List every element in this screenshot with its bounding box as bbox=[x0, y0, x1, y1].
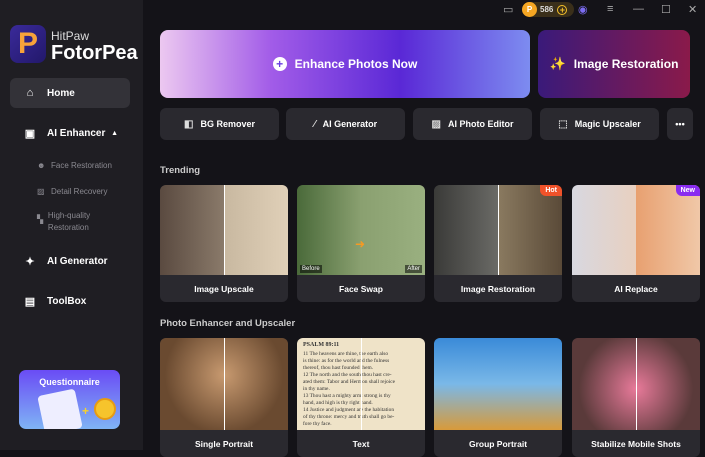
enhance-label: Enhance Photos Now bbox=[294, 57, 418, 71]
sidebar-sub-face-restoration[interactable]: ☻ Face Restoration bbox=[37, 160, 112, 172]
plus-illustration: + bbox=[82, 404, 90, 418]
card-image bbox=[160, 338, 288, 430]
restoration-label: Image Restoration bbox=[573, 57, 679, 71]
magic-upscaler-button[interactable]: ⬚ Magic Upscaler bbox=[540, 108, 659, 140]
before-label: Before bbox=[300, 265, 322, 273]
tool-label: BG Remover bbox=[200, 119, 255, 129]
new-badge: New bbox=[675, 185, 700, 196]
chevron-up-icon: ▲ bbox=[111, 129, 118, 137]
sidebar-item-label: ToolBox bbox=[47, 295, 87, 307]
sidebar-item-home[interactable]: ⌂ Home bbox=[10, 78, 130, 108]
card-image bbox=[434, 338, 562, 430]
card-image: Before ➜ After bbox=[297, 185, 425, 275]
card-ai-replace[interactable]: New AI Replace bbox=[572, 185, 700, 302]
minimize-icon[interactable]: — bbox=[633, 3, 644, 15]
app-logo: P bbox=[10, 25, 46, 63]
image-ai-icon: ▣ bbox=[24, 127, 36, 140]
paper-illustration bbox=[37, 388, 83, 429]
screen-icon[interactable]: ▭ bbox=[503, 3, 513, 16]
sidebar-item-label: AI Generator bbox=[47, 255, 108, 267]
card-label: Group Portrait bbox=[468, 438, 528, 449]
magic-wand-icon: ✨ bbox=[549, 56, 566, 71]
card-image-restoration[interactable]: Hot Image Restoration bbox=[434, 185, 562, 302]
hot-badge: Hot bbox=[540, 185, 562, 196]
card-single-portrait[interactable]: Single Portrait bbox=[160, 338, 288, 457]
trending-title: Trending bbox=[160, 165, 201, 176]
face-icon: ☻ bbox=[37, 161, 46, 170]
sub-label: Detail Recovery bbox=[51, 187, 108, 196]
bg-remove-icon: ◧ bbox=[184, 118, 194, 130]
card-image-upscale[interactable]: Image Upscale bbox=[160, 185, 288, 302]
coins-balance[interactable]: P 586 + bbox=[522, 2, 574, 17]
upscale-icon: ⬚ bbox=[558, 118, 568, 130]
sidebar-sub-high-quality-restoration[interactable]: ▚ High-quality Restoration bbox=[37, 210, 107, 234]
ai-photo-editor-button[interactable]: ▨ AI Photo Editor bbox=[413, 108, 532, 140]
card-image bbox=[160, 185, 288, 275]
card-label: Text bbox=[352, 438, 370, 449]
sidebar: P HitPaw FotorPea ⌂ Home ▣ AI Enhancer ▲ ☻ F… bbox=[0, 0, 143, 450]
grid-icon: ▚ bbox=[37, 215, 44, 224]
sidebar-item-toolbox[interactable]: ▤ ToolBox bbox=[10, 286, 130, 316]
close-icon[interactable]: ✕ bbox=[688, 3, 697, 16]
coin-illustration bbox=[94, 398, 116, 420]
brand-name: FotorPea bbox=[51, 42, 138, 64]
sidebar-item-label: AI Enhancer bbox=[47, 127, 106, 139]
tool-label: AI Generator bbox=[322, 119, 378, 129]
more-icon: ••• bbox=[675, 119, 685, 129]
arrow-icon: ➜ bbox=[355, 237, 366, 251]
enhancer-title: Photo Enhancer and Upscaler bbox=[160, 318, 296, 329]
sidebar-sub-detail-recovery[interactable]: ▨ Detail Recovery bbox=[37, 186, 107, 198]
wand-icon: ⁄ bbox=[313, 118, 316, 130]
tool-label: Magic Upscaler bbox=[574, 119, 641, 129]
sidebar-item-ai-generator[interactable]: ✦ AI Generator bbox=[10, 246, 130, 276]
sparkle-image-icon: ✦ bbox=[25, 255, 35, 268]
card-image: Hot bbox=[434, 185, 562, 275]
after-label: After bbox=[405, 265, 422, 273]
sub-label: Face Restoration bbox=[51, 161, 112, 170]
menu-icon[interactable]: ≡ bbox=[607, 3, 613, 15]
card-text[interactable]: PSALM 89:11 11 The heavens are thine, the… bbox=[297, 338, 425, 457]
coins-count: 586 bbox=[540, 5, 554, 14]
card-face-swap[interactable]: Before ➜ After Face Swap bbox=[297, 185, 425, 302]
enhance-photos-button[interactable]: + Enhance Photos Now bbox=[160, 30, 530, 98]
card-label: Single Portrait bbox=[194, 438, 254, 449]
tool-label: AI Photo Editor bbox=[447, 119, 514, 129]
questionnaire-title: Questionnaire bbox=[39, 377, 100, 387]
card-image: PSALM 89:11 11 The heavens are thine, the… bbox=[297, 338, 425, 430]
sub-label: High-quality Restoration bbox=[47, 211, 91, 232]
sidebar-item-label: Home bbox=[47, 87, 75, 99]
account-icon[interactable]: ◉ bbox=[578, 3, 588, 16]
card-label: Face Swap bbox=[339, 283, 383, 294]
add-coins-icon[interactable]: + bbox=[557, 4, 568, 15]
bg-remover-button[interactable]: ◧ BG Remover bbox=[160, 108, 279, 140]
card-image bbox=[572, 338, 700, 430]
card-label: Stabilize Mobile Shots bbox=[591, 438, 681, 449]
maximize-icon[interactable]: ☐ bbox=[661, 3, 671, 16]
more-tools-button[interactable]: ••• bbox=[667, 108, 693, 140]
image-restoration-button[interactable]: ✨ Image Restoration bbox=[538, 30, 690, 98]
toolbox-icon: ▤ bbox=[24, 295, 36, 308]
card-label: Image Restoration bbox=[460, 283, 536, 294]
home-icon: ⌂ bbox=[26, 87, 34, 99]
sidebar-item-ai-enhancer[interactable]: ▣ AI Enhancer ▲ bbox=[10, 118, 130, 148]
card-label: AI Replace bbox=[614, 283, 658, 294]
card-group-portrait[interactable]: Group Portrait bbox=[434, 338, 562, 457]
questionnaire-banner[interactable]: Questionnaire + bbox=[19, 370, 120, 429]
card-image: New bbox=[572, 185, 700, 275]
ai-generator-button[interactable]: ⁄ AI Generator bbox=[286, 108, 405, 140]
coin-icon: P bbox=[522, 2, 537, 17]
card-stabilize-mobile-shots[interactable]: Stabilize Mobile Shots bbox=[572, 338, 700, 457]
photo-icon: ▨ bbox=[431, 118, 441, 130]
brand-top: HitPaw bbox=[51, 29, 90, 43]
card-label: Image Upscale bbox=[194, 283, 254, 294]
image-icon: ▨ bbox=[37, 187, 45, 196]
plus-icon: + bbox=[272, 57, 287, 71]
